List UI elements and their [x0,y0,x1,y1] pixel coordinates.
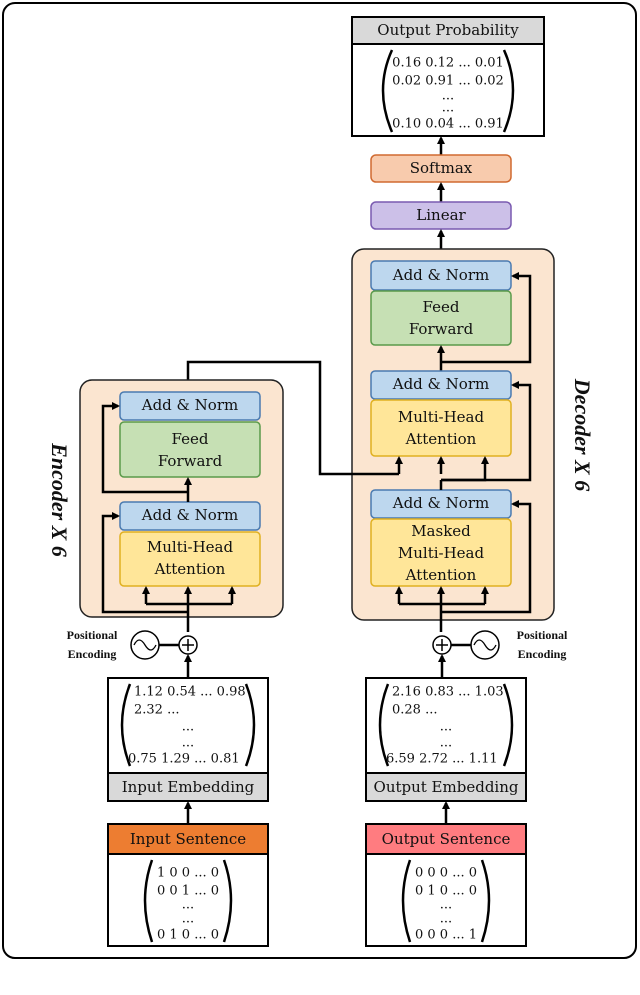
matrix-row: ... [440,912,452,927]
matrix-row: 0 1 0 ... 0 [157,928,219,943]
attention-label: Multi-Head [398,408,485,426]
output-embedding-title: Output Embedding [374,778,519,796]
matrix-row: 2.32 ... [134,703,179,718]
matrix-row: 0.16 0.12 ... 0.01 [392,56,504,71]
attention-label: Attention [405,430,477,448]
output-embedding-box: Output Embedding 2.16 0.83 ... 1.03 0.28… [365,677,527,802]
output-probability-box: Output Probability 0.16 0.12 ... 0.01 0.… [351,16,545,137]
add-norm-label: Add & Norm [141,506,238,524]
linear-label: Linear [416,206,466,224]
output-sentence-box: Output Sentence 0 0 0 ... 0 0 1 0 ... 0 … [365,823,527,947]
feed-forward-label: Feed [172,430,209,448]
matrix-row: ... [182,912,194,927]
matrix-row: 0.10 0.04 ... 0.91 [392,117,504,132]
matrix-row: ... [182,736,194,751]
add-norm-label: Add & Norm [141,396,238,414]
transformer-diagram: Output Probability 0.16 0.12 ... 0.01 0.… [2,2,637,959]
add-norm-label: Add & Norm [392,266,489,284]
matrix-row: ... [182,720,194,735]
matrix-row: 0 1 0 ... 0 [415,884,477,899]
attention-label: Multi-Head [398,544,485,562]
feed-forward-label: Forward [158,452,223,470]
matrix-row: ... [440,898,452,913]
input-sentence-title: Input Sentence [130,830,246,848]
matrix-row: ... [442,101,454,116]
feed-forward-label: Forward [409,320,474,338]
matrix-row: 0.02 0.91 ... 0.02 [392,74,504,89]
attention-label: Multi-Head [147,538,234,556]
pe-label: Positional [67,628,118,642]
output-sentence-title: Output Sentence [382,830,511,848]
matrix-row: 0 0 0 ... 1 [415,928,477,943]
matrix-row: 0.75 1.29 ... 0.81 [128,752,240,767]
input-embedding-box: Input Embedding 1.12 0.54 ... 0.98 2.32 … [107,677,269,802]
matrix-row: ... [182,898,194,913]
encoder-label: Encoder X 6 [47,442,72,557]
add-norm-label: Add & Norm [392,375,489,393]
pe-label: Encoding [68,647,117,661]
input-embedding-title: Input Embedding [122,778,255,796]
output-probability-title: Output Probability [377,21,519,39]
pe-label: Positional [517,628,568,642]
matrix-row: 0.28 ... [392,703,437,718]
add-norm-label: Add & Norm [392,494,489,512]
matrix-row: 0 0 1 ... 0 [157,884,219,899]
input-sentence-box: Input Sentence 1 0 0 ... 0 0 0 1 ... 0 .… [107,823,269,947]
matrix-row: ... [440,720,452,735]
matrix-row: 2.16 0.83 ... 1.03 [392,685,504,700]
matrix-row: 1.12 0.54 ... 0.98 [134,685,246,700]
decoder-label: Decoder X 6 [570,378,595,491]
attention-label: Masked [411,522,471,540]
attention-label: Attention [154,560,226,578]
feed-forward-label: Feed [423,298,460,316]
softmax-label: Softmax [410,159,473,177]
matrix-row: 0 0 0 ... 0 [415,866,477,881]
matrix-row: ... [440,736,452,751]
matrix-row: 1 0 0 ... 0 [157,866,219,881]
attention-label: Attention [405,566,477,584]
matrix-row: 6.59 2.72 ... 1.11 [386,752,498,767]
pe-label: Encoding [518,647,567,661]
